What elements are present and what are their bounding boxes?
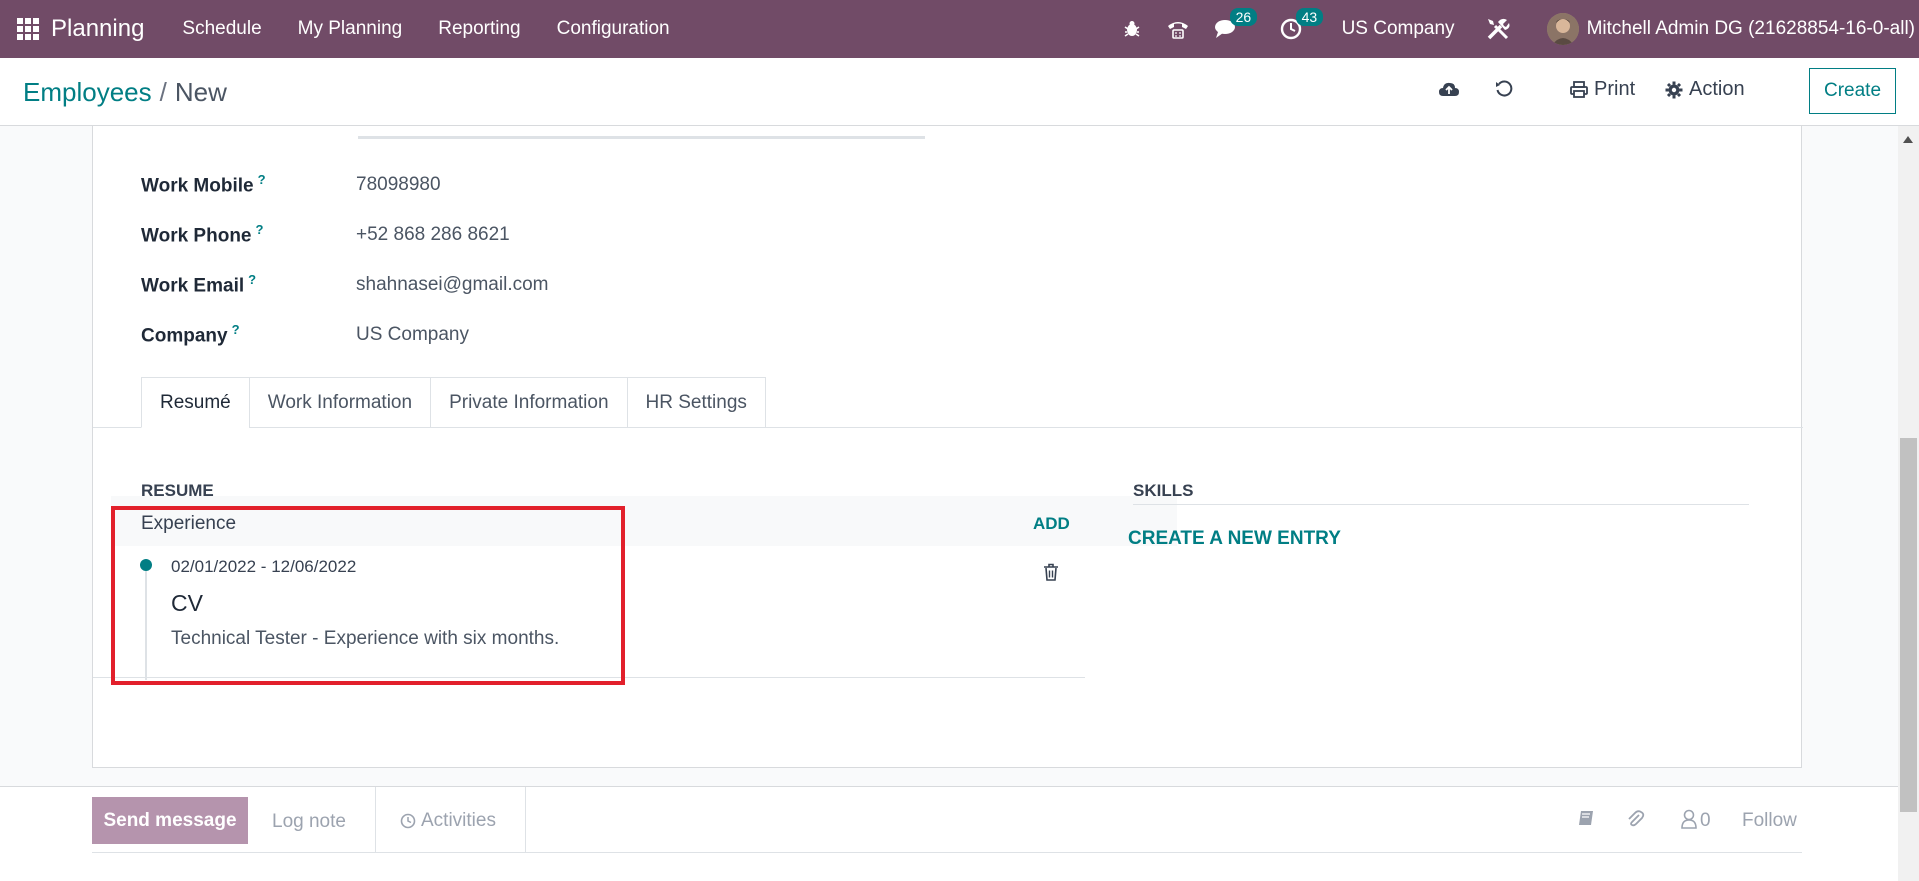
clock-icon [400, 813, 416, 829]
create-button[interactable]: Create [1809, 68, 1896, 114]
tools-icon[interactable] [1485, 16, 1511, 42]
work-mobile-label: Work Mobile [141, 175, 254, 197]
field-work-email: Work Email? shahnasei@gmail.com [141, 272, 549, 297]
company-switcher[interactable]: US Company [1342, 18, 1455, 40]
activities-label: Activities [421, 810, 496, 831]
menu-configuration[interactable]: Configuration [539, 18, 688, 40]
menu-my-planning[interactable]: My Planning [280, 18, 421, 40]
breadcrumb-current: New [174, 77, 227, 107]
menu-reporting[interactable]: Reporting [420, 18, 538, 40]
print-button[interactable]: Print [1570, 78, 1635, 101]
control-panel: Employees / New Print Action Create [0, 58, 1919, 126]
avatar[interactable] [1546, 13, 1579, 45]
breadcrumb-separator: / [159, 77, 167, 107]
scrollbar-thumb[interactable] [1900, 438, 1917, 812]
tab-resume[interactable]: Resumé [141, 377, 249, 428]
highlight-box [111, 506, 625, 685]
work-phone-input[interactable]: +52 868 286 8621 [356, 224, 510, 246]
work-email-label: Work Email [141, 275, 245, 297]
help-icon[interactable]: ? [248, 272, 256, 287]
trash-icon[interactable] [1043, 563, 1059, 586]
help-icon[interactable]: ? [258, 172, 266, 187]
user-menu[interactable]: Mitchell Admin DG (21628854-16-0-all) [1587, 18, 1915, 40]
book-icon[interactable] [1577, 809, 1595, 832]
chat-icon[interactable]: 26 [1214, 8, 1258, 40]
activities-button[interactable]: Activities [400, 810, 496, 832]
menu-schedule[interactable]: Schedule [164, 18, 279, 40]
add-resume-line-button[interactable]: ADD [1033, 514, 1070, 534]
breadcrumb-employees[interactable]: Employees [23, 77, 152, 107]
field-work-phone: Work Phone? +52 868 286 8621 [141, 222, 510, 247]
tab-private-information[interactable]: Private Information [430, 377, 627, 428]
skills-divider [1133, 504, 1749, 505]
action-button[interactable]: Action [1665, 78, 1745, 101]
log-note-button[interactable]: Log note [272, 811, 346, 833]
print-label: Print [1594, 78, 1636, 100]
work-email-input[interactable]: shahnasei@gmail.com [356, 274, 549, 296]
send-message-button[interactable]: Send message [92, 797, 248, 844]
scroll-up-icon[interactable] [1903, 136, 1913, 143]
breadcrumb: Employees / New [23, 77, 227, 108]
print-icon [1570, 81, 1588, 98]
chatter-separator [375, 787, 376, 852]
create-skill-entry-button[interactable]: CREATE A NEW ENTRY [1128, 528, 1341, 550]
action-label: Action [1689, 78, 1745, 100]
clock-icon[interactable]: 43 [1280, 8, 1324, 40]
apps-menu-icon[interactable] [17, 18, 39, 40]
company-label: Company [141, 325, 228, 347]
work-phone-label: Work Phone [141, 225, 252, 247]
follower-icon[interactable] [1680, 809, 1698, 834]
follow-button[interactable]: Follow [1742, 810, 1797, 832]
field-work-mobile: Work Mobile? 78098980 [141, 172, 441, 197]
chatter-divider [92, 852, 1802, 853]
bug-icon[interactable] [1122, 19, 1142, 39]
work-mobile-input[interactable]: 78098980 [356, 174, 441, 196]
chatter: Send message Log note Activities 0 Follo… [0, 786, 1900, 881]
tab-hr-settings[interactable]: HR Settings [626, 377, 766, 428]
phone-icon[interactable] [1166, 18, 1190, 40]
field-company: Company? US Company [141, 322, 469, 347]
company-input[interactable]: US Company [356, 324, 469, 346]
messages-badge: 26 [1229, 8, 1258, 26]
app-brand[interactable]: Planning [51, 15, 144, 43]
help-icon[interactable]: ? [232, 322, 240, 337]
paperclip-icon[interactable] [1625, 809, 1645, 834]
name-field-underline [358, 136, 925, 139]
tab-work-information[interactable]: Work Information [248, 377, 431, 428]
followers-count[interactable]: 0 [1700, 810, 1711, 832]
skills-title: SKILLS [1133, 481, 1194, 500]
cloud-upload-icon[interactable] [1438, 80, 1460, 105]
top-navbar: Planning Schedule My Planning Reporting … [0, 0, 1919, 58]
chatter-separator [525, 787, 526, 852]
help-icon[interactable]: ? [256, 222, 264, 237]
notebook-tabs: Resumé Work Information Private Informat… [141, 377, 766, 428]
activities-badge: 43 [1295, 8, 1324, 26]
vertical-scrollbar[interactable] [1898, 126, 1919, 881]
gear-icon [1665, 81, 1683, 98]
discard-icon[interactable] [1495, 80, 1513, 103]
form-sheet: Work Mobile? 78098980 Work Phone? +52 86… [92, 126, 1803, 768]
